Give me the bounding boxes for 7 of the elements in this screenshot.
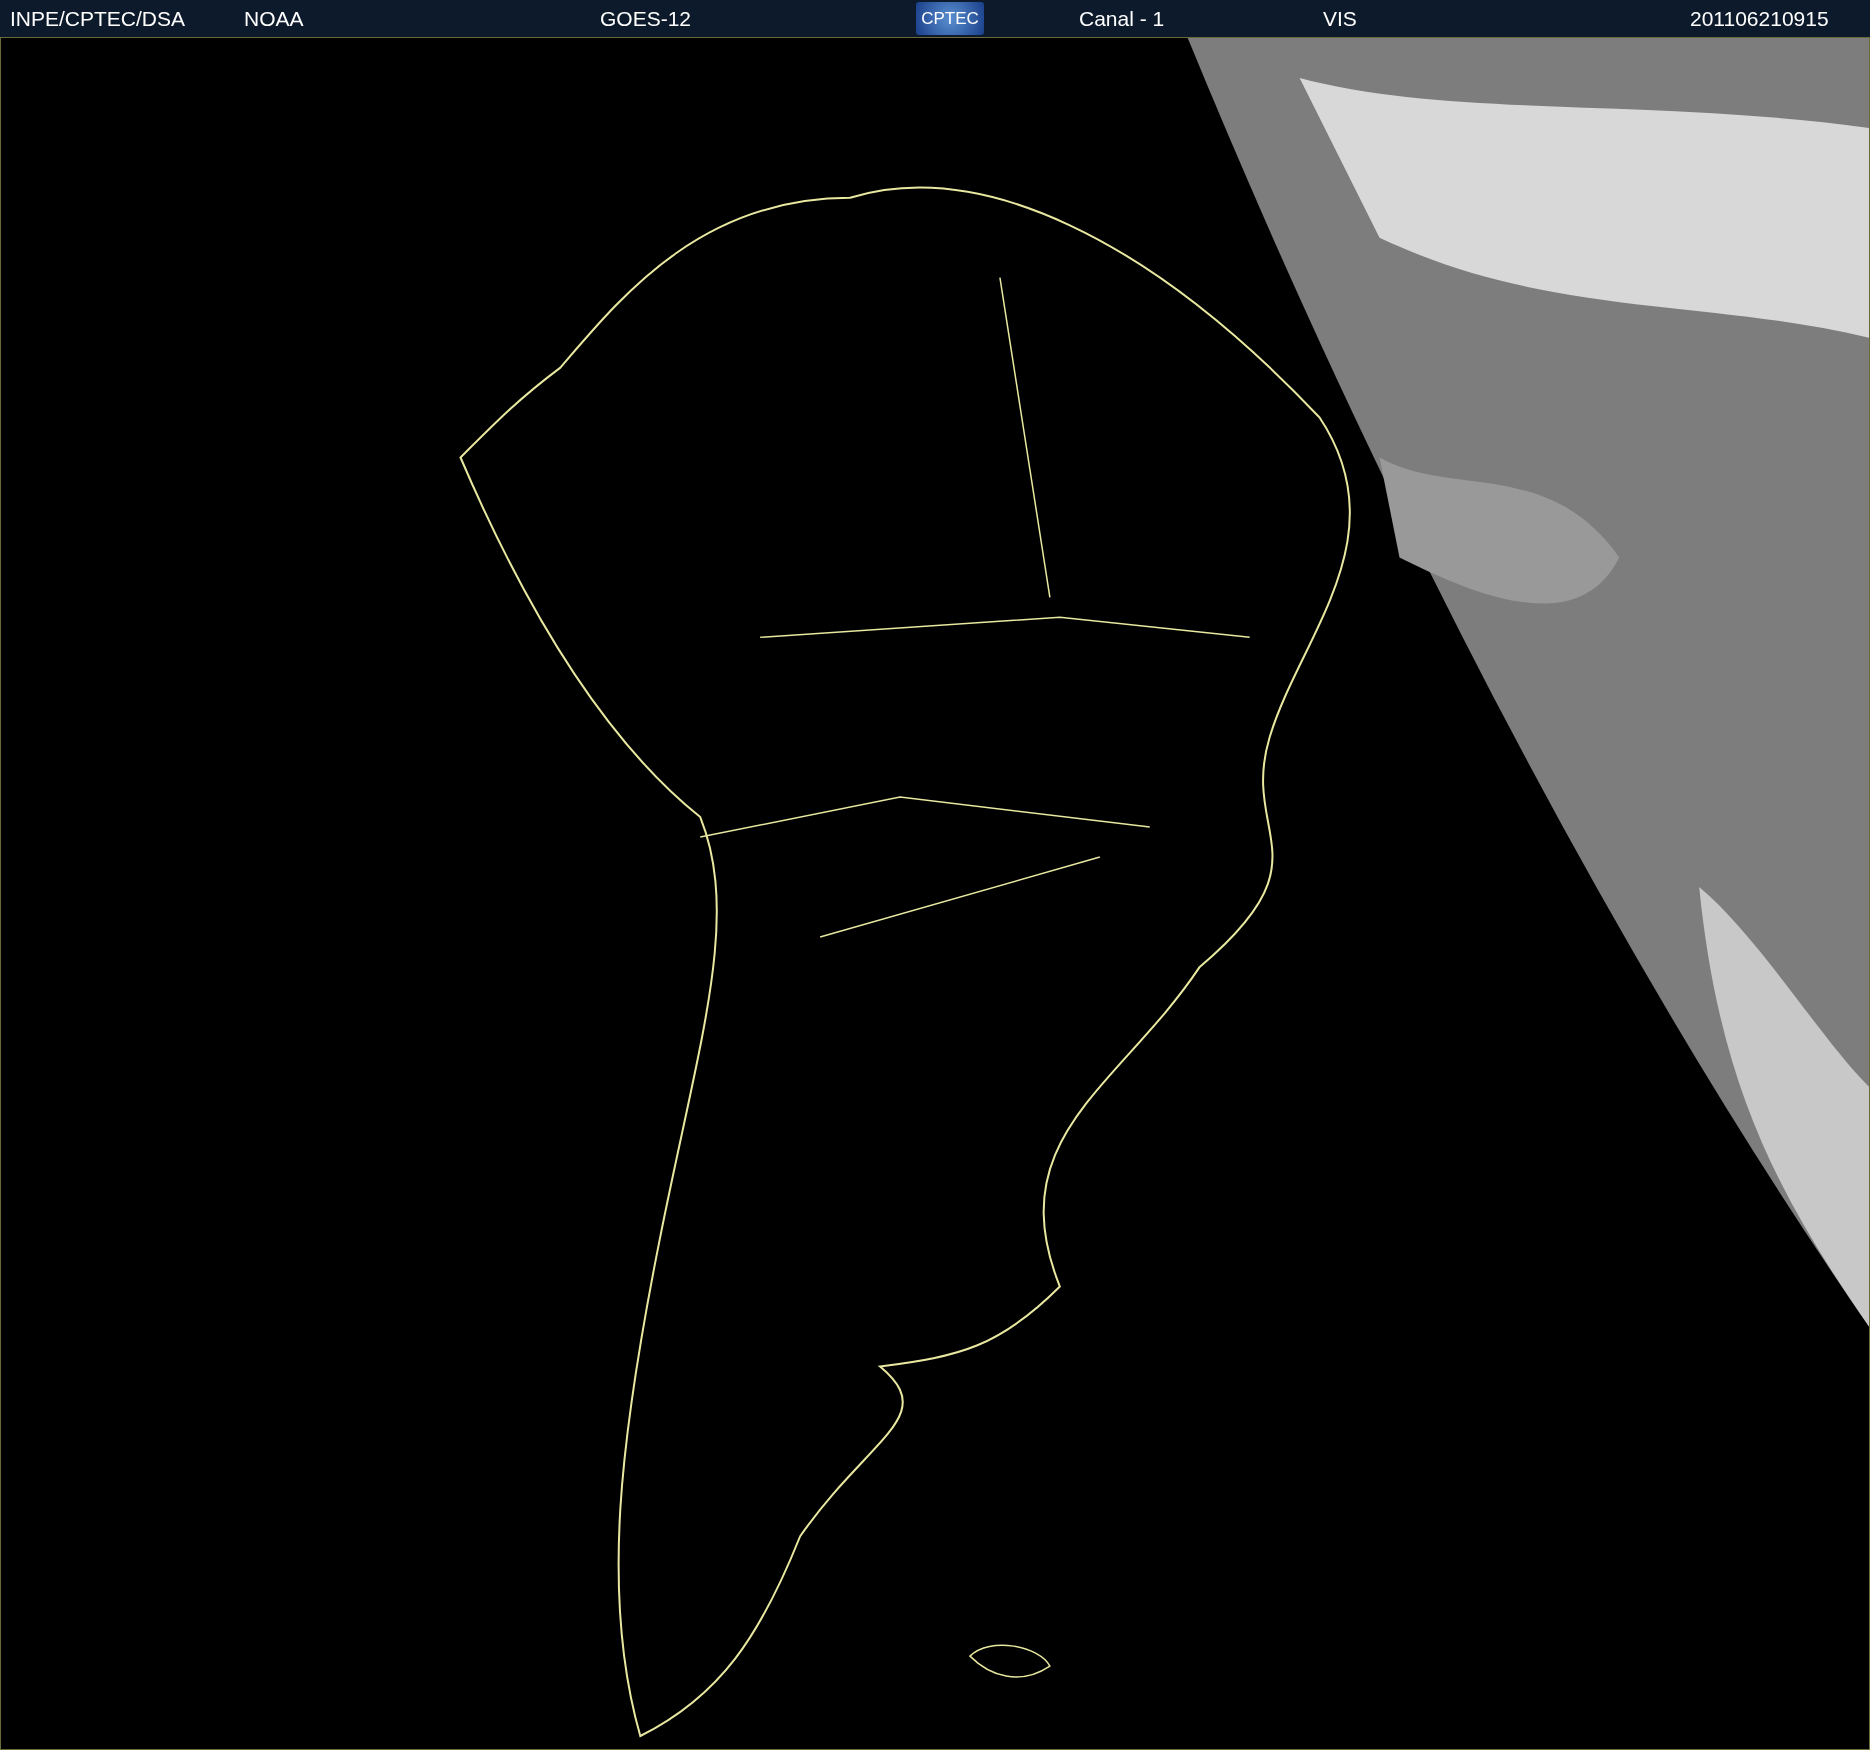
header-label: VIS [1323, 6, 1357, 30]
header-label: 201106210915 [1690, 6, 1829, 30]
header-label: GOES-12 [600, 6, 692, 30]
header-label: NOAA [244, 6, 304, 30]
header-label: INPE/CPTEC/DSA [10, 6, 186, 30]
logo: CPTEC [916, 2, 984, 35]
header-label: Canal - 1 [1079, 6, 1165, 30]
